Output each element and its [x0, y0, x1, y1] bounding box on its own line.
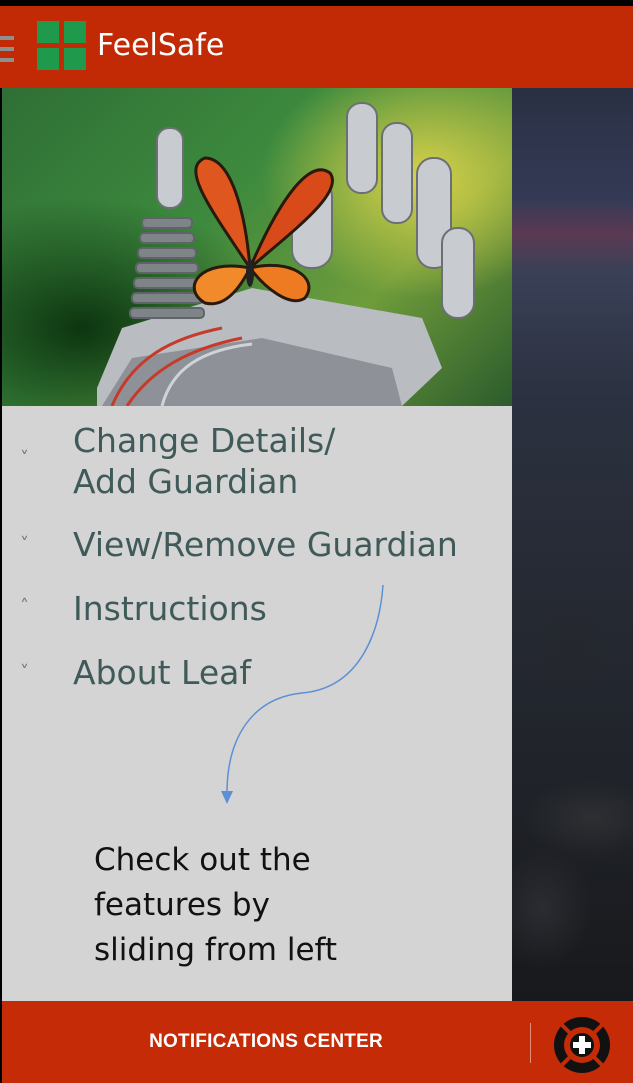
lifebuoy-plus-icon[interactable] — [552, 1015, 612, 1075]
background-image — [512, 88, 633, 1001]
app-title: FeelSafe — [97, 28, 225, 63]
hamburger-icon[interactable] — [0, 36, 16, 70]
app-bar: FeelSafe — [0, 6, 633, 88]
navigation-drawer: ˅ Change Details/ Add Guardian ˅ View/Re… — [2, 88, 512, 1001]
hint-text: Check out the features by sliding from l… — [94, 838, 354, 973]
notifications-center-button[interactable]: NOTIFICATIONS CENTER — [2, 1001, 530, 1083]
hint-line: features by — [94, 887, 270, 923]
hint-line: sliding from left — [94, 932, 338, 968]
bottom-bar: NOTIFICATIONS CENTER — [2, 1001, 633, 1083]
hint-line: Check out the — [94, 842, 311, 878]
app-logo — [37, 21, 87, 71]
notifications-center-label: NOTIFICATIONS CENTER — [149, 1031, 383, 1052]
divider — [530, 1023, 531, 1063]
